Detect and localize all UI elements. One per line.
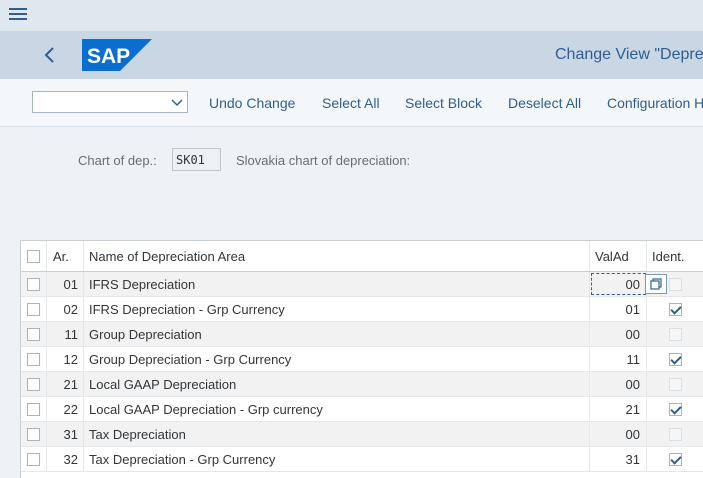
column-header-ar[interactable]: Ar. [47,241,84,271]
table-row[interactable]: 12 Group Depreciation - Grp Currency 11 [21,347,703,372]
row-select-checkbox[interactable] [27,402,40,416]
ident-cell[interactable] [647,397,703,421]
valad-input[interactable]: 21 [590,397,647,421]
ident-cell [647,422,703,446]
ident-checkbox[interactable] [669,302,682,316]
table-row[interactable]: 02 IFRS Depreciation - Grp Currency 01 [21,297,703,322]
page-title: Change View "Depre [555,46,703,63]
depreciation-areas-table: Ar. Name of Depreciation Area ValAd Iden… [20,240,703,478]
chevron-down-icon [171,99,183,107]
select-block-button[interactable]: Select Block [405,95,482,111]
area-name-cell: Local GAAP Depreciation [84,372,590,396]
ident-cell [647,372,703,396]
valad-input[interactable]: 00 [590,422,647,446]
table-row[interactable]: 22 Local GAAP Depreciation - Grp currency… [21,397,703,422]
area-number-cell: 21 [47,372,84,396]
area-number-cell: 31 [47,422,84,446]
area-name-cell: Group Depreciation - Grp Currency [84,347,590,371]
row-selector[interactable] [21,447,47,471]
row-select-checkbox[interactable] [27,377,40,391]
column-header-valad[interactable]: ValAd [590,241,647,271]
valad-input[interactable]: 00 [590,372,647,396]
chart-of-dep-description: Slovakia chart of depreciation: [236,153,411,168]
area-name-cell: IFRS Depreciation [84,272,590,296]
row-select-checkbox[interactable] [27,452,40,466]
value-help-icon [650,278,662,290]
ident-checkbox [669,377,682,391]
shell-bar: SAP Change View "Depre [0,31,703,79]
area-name-cell: Local GAAP Depreciation - Grp currency [84,397,590,421]
row-select-checkbox[interactable] [27,327,40,341]
select-all-checkbox[interactable] [27,249,40,263]
configuration-button[interactable]: Configuration H [607,95,703,111]
svg-text:SAP: SAP [87,45,130,68]
valad-input[interactable]: 31 [590,447,647,471]
ident-cell[interactable] [647,447,703,471]
column-header-ident[interactable]: Ident. [647,241,703,271]
row-select-checkbox[interactable] [27,277,40,291]
area-number-cell: 32 [47,447,84,471]
row-selector[interactable] [21,272,47,296]
select-all-button[interactable]: Select All [322,95,380,111]
toolbar: Undo Change Select All Select Block Dese… [0,79,703,127]
row-selector[interactable] [21,372,47,396]
area-number-cell: 22 [47,397,84,421]
valad-input[interactable]: 00 [590,272,647,296]
table-row[interactable]: 21 Local GAAP Depreciation 00 [21,372,703,397]
undo-change-button[interactable]: Undo Change [209,95,295,111]
valad-input[interactable]: 11 [590,347,647,371]
action-select[interactable] [32,91,188,113]
table-header: Ar. Name of Depreciation Area ValAd Iden… [21,241,703,272]
value-help-button[interactable] [645,274,667,294]
ident-checkbox [669,427,682,441]
area-name-cell: Tax Depreciation - Grp Currency [84,447,590,471]
area-name-cell: IFRS Depreciation - Grp Currency [84,297,590,321]
sap-logo: SAP [82,39,152,76]
menu-icon[interactable] [9,8,27,24]
ident-checkbox[interactable] [669,402,682,416]
row-select-checkbox[interactable] [27,352,40,366]
table-row[interactable]: 01 IFRS Depreciation 00 [21,272,703,297]
row-selector[interactable] [21,347,47,371]
row-selector[interactable] [21,322,47,346]
area-number-cell: 11 [47,322,84,346]
chart-of-dep-label: Chart of dep.: [78,153,157,168]
ident-cell [647,322,703,346]
area-name-cell: Tax Depreciation [84,422,590,446]
header-area: Chart of dep.: SK01 Slovakia chart of de… [0,127,703,240]
ident-cell[interactable] [647,347,703,371]
valad-input[interactable]: 01 [590,297,647,321]
ident-checkbox [669,277,682,291]
row-selector[interactable] [21,297,47,321]
table-row[interactable]: 31 Tax Depreciation 00 [21,422,703,447]
row-selector[interactable] [21,422,47,446]
area-number-cell: 02 [47,297,84,321]
ident-checkbox [669,327,682,341]
ident-checkbox[interactable] [669,352,682,366]
row-select-checkbox[interactable] [27,302,40,316]
table-row[interactable]: 11 Group Depreciation 00 [21,322,703,347]
chart-of-dep-field[interactable]: SK01 [172,148,221,171]
area-number-cell: 12 [47,347,84,371]
column-header-name[interactable]: Name of Depreciation Area [84,241,590,271]
ident-checkbox[interactable] [669,452,682,466]
valad-input[interactable]: 00 [590,322,647,346]
table-row[interactable]: 32 Tax Depreciation - Grp Currency 31 [21,447,703,472]
row-selector[interactable] [21,397,47,421]
area-name-cell: Group Depreciation [84,322,590,346]
back-button[interactable] [38,43,62,67]
deselect-all-button[interactable]: Deselect All [508,95,581,111]
row-select-checkbox[interactable] [27,427,40,441]
top-bar [0,0,703,31]
chevron-left-icon [44,47,54,63]
select-all-cell[interactable] [21,241,47,271]
area-number-cell: 01 [47,272,84,296]
ident-cell[interactable] [647,297,703,321]
